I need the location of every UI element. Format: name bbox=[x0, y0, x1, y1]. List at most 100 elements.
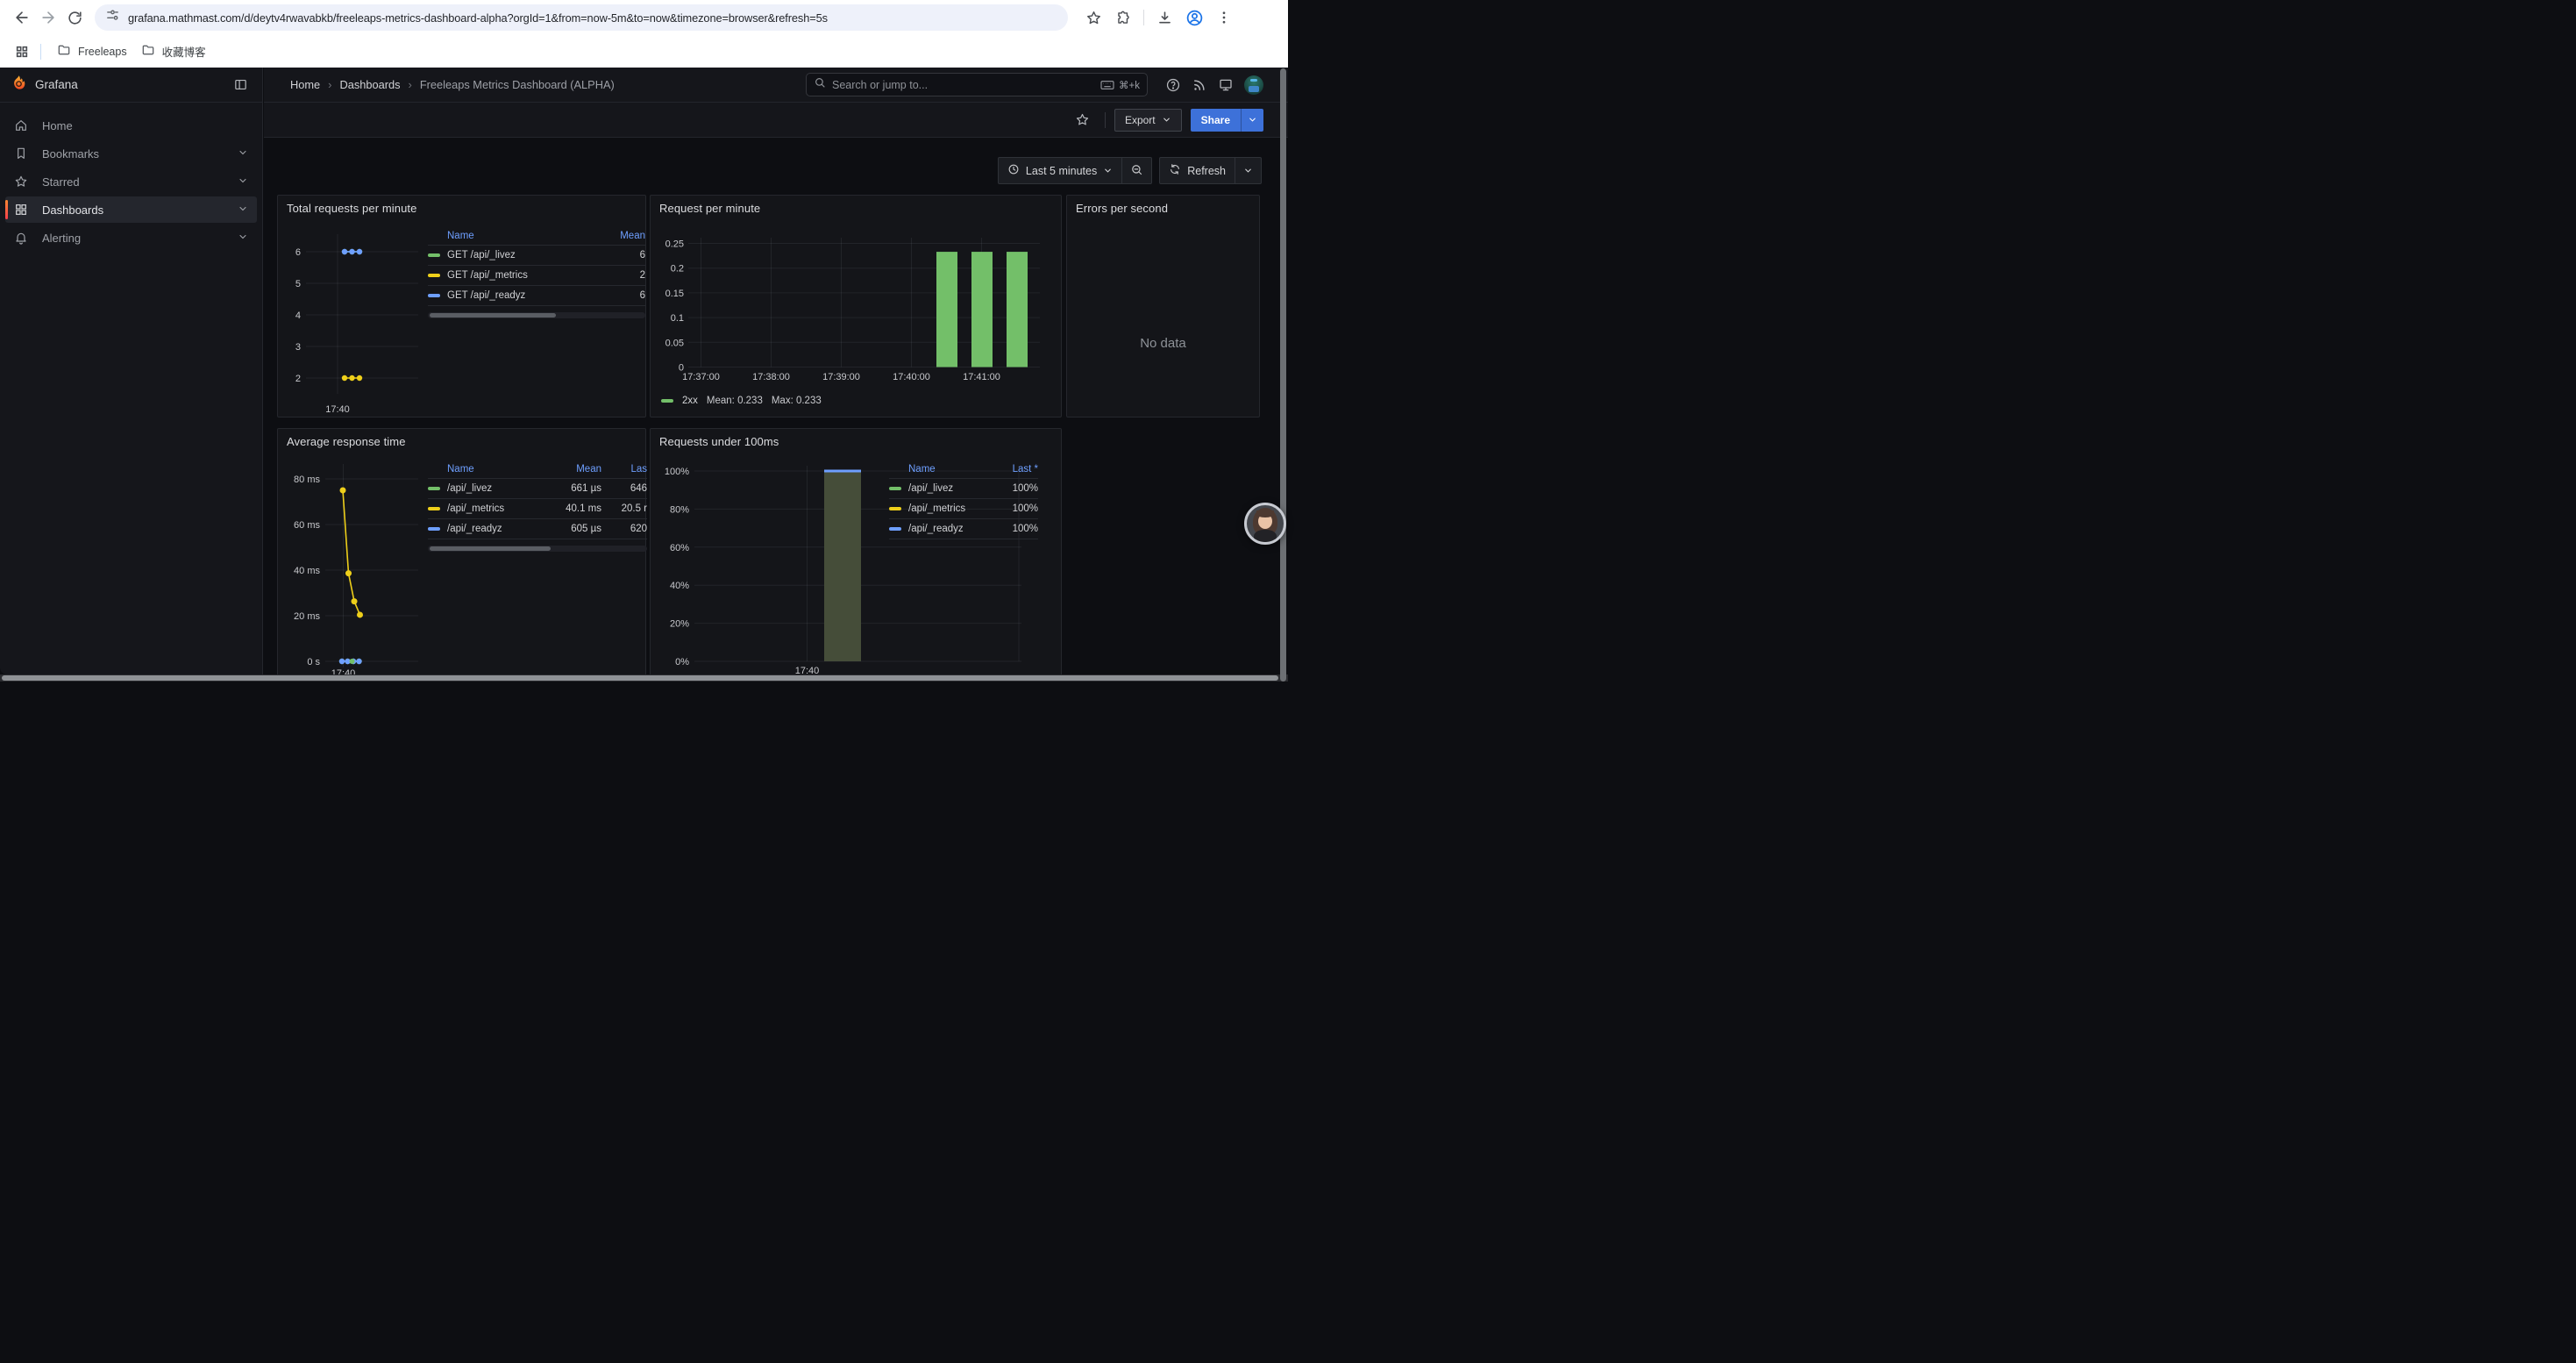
chevron-down-icon[interactable] bbox=[238, 147, 248, 161]
legend-header[interactable]: NameMean bbox=[428, 227, 645, 246]
legend-row[interactable]: /api/_readyz100% bbox=[889, 519, 1038, 539]
vertical-scrollbar[interactable] bbox=[1280, 68, 1286, 682]
series-swatch bbox=[428, 274, 440, 278]
legend-row[interactable]: GET /api/_livez6 bbox=[428, 246, 645, 266]
series-name[interactable]: /api/_readyz bbox=[447, 524, 544, 534]
series-name[interactable]: /api/_livez bbox=[447, 483, 544, 494]
legend-header[interactable]: NameMeanLas bbox=[428, 460, 647, 479]
series-name[interactable]: GET /api/_readyz bbox=[447, 290, 601, 301]
horizontal-scrollbar[interactable] bbox=[0, 674, 1288, 682]
kiosk-monitor-icon[interactable] bbox=[1213, 72, 1239, 98]
legend-row[interactable]: /api/_metrics100% bbox=[889, 499, 1038, 519]
panel-avg-response-time[interactable]: Average response time 80 ms60 ms40 ms20 … bbox=[277, 428, 646, 682]
share-menu-caret[interactable] bbox=[1241, 109, 1263, 132]
series-max: Max: 0.233 bbox=[772, 396, 822, 406]
assistant-avatar[interactable] bbox=[1244, 503, 1286, 545]
series-name[interactable]: 2xx bbox=[682, 396, 698, 406]
sidebar-item-dashboards[interactable]: Dashboards bbox=[5, 196, 257, 223]
legend-inline[interactable]: 2xx Mean: 0.233 Max: 0.233 bbox=[661, 396, 822, 406]
series-name[interactable]: /api/_readyz bbox=[908, 524, 987, 534]
search-input[interactable]: Search or jump to... ⌘+k bbox=[806, 73, 1148, 96]
refresh-label: Refresh bbox=[1187, 165, 1226, 177]
series-name[interactable]: GET /api/_livez bbox=[447, 250, 601, 260]
dashboards-icon bbox=[14, 203, 28, 217]
help-icon[interactable] bbox=[1160, 72, 1186, 98]
extensions-icon[interactable] bbox=[1110, 4, 1136, 31]
bookmark-star-icon[interactable] bbox=[1080, 4, 1107, 31]
grafana-logo[interactable] bbox=[11, 75, 27, 96]
site-settings-icon[interactable] bbox=[105, 8, 120, 27]
url-text[interactable]: grafana.mathmast.com/d/deytv4rwavabkb/fr… bbox=[128, 11, 828, 25]
series-name[interactable]: /api/_livez bbox=[908, 483, 987, 494]
legend-table[interactable]: NameLast */api/_livez100%/api/_metrics10… bbox=[889, 460, 1038, 539]
profile-icon[interactable] bbox=[1181, 4, 1207, 31]
share-button[interactable]: Share bbox=[1191, 109, 1263, 132]
series-mean: Mean: 0.233 bbox=[707, 396, 763, 406]
legend-row[interactable]: /api/_livez100% bbox=[889, 479, 1038, 499]
sidebar-item-alerting[interactable]: Alerting bbox=[5, 225, 257, 251]
dock-menu-icon[interactable] bbox=[229, 74, 252, 96]
news-rss-icon[interactable] bbox=[1186, 72, 1213, 98]
svg-text:17:40:00: 17:40:00 bbox=[893, 372, 930, 382]
back-icon[interactable] bbox=[9, 4, 35, 31]
chevron-down-icon[interactable] bbox=[238, 232, 248, 245]
refresh-button[interactable]: Refresh bbox=[1160, 158, 1235, 183]
series-name[interactable]: /api/_metrics bbox=[447, 503, 544, 514]
chevron-down-icon[interactable] bbox=[238, 203, 248, 217]
refresh-interval-picker[interactable] bbox=[1235, 158, 1261, 183]
favorite-star-icon[interactable] bbox=[1070, 107, 1096, 133]
bookmark-folder-blogs[interactable]: 收藏博客 bbox=[134, 39, 213, 63]
svg-text:20 ms: 20 ms bbox=[294, 611, 320, 622]
legend-row[interactable]: /api/_readyz605 µs620 bbox=[428, 519, 647, 539]
panel-total-requests[interactable]: Total requests per minute 6543217:40 Nam… bbox=[277, 195, 646, 417]
panel-errors-per-second[interactable]: Errors per second No data bbox=[1066, 195, 1260, 417]
breadcrumb-home[interactable]: Home bbox=[290, 78, 320, 91]
forward-icon[interactable] bbox=[35, 4, 61, 31]
chrome-menu-icon[interactable] bbox=[1211, 4, 1237, 31]
sidebar-item-bookmarks[interactable]: Bookmarks bbox=[5, 140, 257, 167]
series-value: 620 bbox=[601, 524, 647, 534]
bell-icon bbox=[14, 231, 28, 245]
chevron-down-icon bbox=[1162, 115, 1171, 125]
panel-title[interactable]: Errors per second bbox=[1076, 202, 1168, 215]
time-range-picker[interactable]: Last 5 minutes bbox=[999, 158, 1121, 183]
sidebar-item-starred[interactable]: Starred bbox=[5, 168, 257, 195]
user-avatar[interactable] bbox=[1244, 75, 1263, 95]
bookmark-folder-freeleaps[interactable]: Freeleaps bbox=[50, 39, 134, 63]
apps-grid-icon[interactable] bbox=[11, 40, 33, 63]
legend-table[interactable]: NameMeanGET /api/_livez6GET /api/_metric… bbox=[428, 227, 645, 318]
series-name[interactable]: GET /api/_metrics bbox=[447, 270, 601, 281]
actions-divider bbox=[1105, 112, 1106, 128]
legend-row[interactable]: /api/_metrics40.1 ms20.5 r bbox=[428, 499, 647, 519]
export-button[interactable]: Export bbox=[1114, 109, 1182, 132]
chevron-down-icon[interactable] bbox=[238, 175, 248, 189]
series-name[interactable]: /api/_metrics bbox=[908, 503, 987, 514]
panel-request-per-minute[interactable]: Request per minute 0.250.20.150.10.05017… bbox=[650, 195, 1062, 417]
svg-text:4: 4 bbox=[295, 310, 301, 321]
address-bar[interactable]: grafana.mathmast.com/d/deytv4rwavabkb/fr… bbox=[95, 4, 1068, 31]
series-value: 6 bbox=[601, 290, 645, 301]
legend-row[interactable]: GET /api/_readyz6 bbox=[428, 286, 645, 306]
reload-icon[interactable] bbox=[61, 4, 88, 31]
bookmark-folder-label: Freeleaps bbox=[78, 46, 127, 58]
panel-requests-under-100ms[interactable]: Requests under 100ms 100%80%60%40%20%0%1… bbox=[650, 428, 1062, 682]
legend-row[interactable]: GET /api/_metrics2 bbox=[428, 266, 645, 286]
breadcrumb: Home › Dashboards › Freeleaps Metrics Da… bbox=[290, 78, 806, 91]
svg-text:0.25: 0.25 bbox=[665, 239, 684, 250]
breadcrumb-dashboards[interactable]: Dashboards bbox=[339, 78, 400, 91]
zoom-out-button[interactable] bbox=[1122, 158, 1151, 183]
downloads-icon[interactable] bbox=[1151, 4, 1178, 31]
request-per-minute-chart: 0.250.20.150.10.05017:37:0017:38:0017:39… bbox=[651, 196, 1063, 418]
legend-row[interactable]: /api/_livez661 µs646 bbox=[428, 479, 647, 499]
sidebar-item-home[interactable]: Home bbox=[5, 112, 257, 139]
search-placeholder: Search or jump to... bbox=[832, 79, 1100, 91]
legend-table[interactable]: NameMeanLas/api/_livez661 µs646/api/_met… bbox=[428, 460, 647, 552]
legend-header[interactable]: NameLast * bbox=[889, 460, 1038, 479]
toolbar-divider bbox=[1143, 10, 1144, 25]
svg-text:0.05: 0.05 bbox=[665, 338, 684, 348]
chevron-down-icon bbox=[1243, 166, 1253, 175]
svg-text:17:38:00: 17:38:00 bbox=[752, 372, 790, 382]
legend-scrollbar[interactable] bbox=[428, 312, 645, 318]
legend-scrollbar[interactable] bbox=[428, 546, 647, 552]
svg-text:60 ms: 60 ms bbox=[294, 520, 320, 531]
